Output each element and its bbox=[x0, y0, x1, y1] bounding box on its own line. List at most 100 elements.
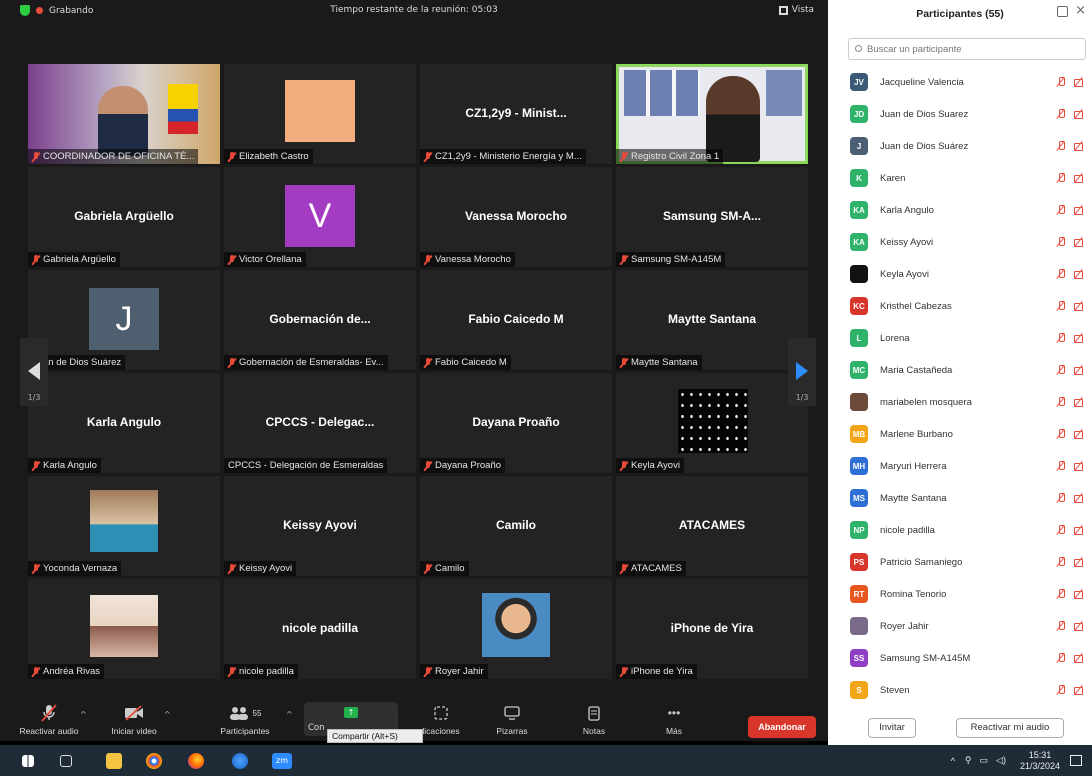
video-tile[interactable]: Keissy Ayovi Keissy Ayovi bbox=[224, 476, 416, 576]
video-tile[interactable]: CZ1,2y9 - Minist... CZ1,2y9 - Ministerio … bbox=[420, 64, 612, 164]
tray-chevron-icon[interactable]: ^ bbox=[951, 756, 955, 766]
notifications-icon[interactable] bbox=[1070, 755, 1082, 766]
video-tile[interactable]: Vanessa Morocho Vanessa Morocho bbox=[420, 167, 612, 267]
video-tile[interactable]: Gabriela Argüello Gabriela Argüello bbox=[28, 167, 220, 267]
participant-name: Keyla Ayovi bbox=[631, 460, 680, 471]
mic-muted-icon bbox=[424, 460, 432, 471]
participant-list-item[interactable]: JD Juan de Dios Suarez bbox=[848, 98, 1092, 130]
video-tile[interactable]: iPhone de Yira iPhone de Yira bbox=[616, 579, 808, 679]
close-icon[interactable]: × bbox=[1075, 3, 1086, 18]
start-video-button[interactable]: Iniciar video bbox=[102, 704, 166, 736]
participant-list-item[interactable]: SS Samsung SM-A145M bbox=[848, 642, 1092, 674]
participant-list-item[interactable]: RT Romina Tenorio bbox=[848, 578, 1092, 610]
participants-button[interactable]: 55 Participantes bbox=[212, 704, 278, 736]
file-explorer-icon[interactable] bbox=[106, 753, 122, 769]
firefox-icon[interactable] bbox=[188, 753, 204, 769]
video-tile[interactable]: Samsung SM-A... Samsung SM-A145M bbox=[616, 167, 808, 267]
participant-display-name: Maytte Santana bbox=[667, 312, 757, 326]
video-tile[interactable]: Gobernación de... Gobernación de Esmerald… bbox=[224, 270, 416, 370]
video-tile[interactable]: Keyla Ayovi bbox=[616, 373, 808, 473]
participant-avatar bbox=[850, 617, 868, 635]
edge-icon[interactable] bbox=[232, 753, 248, 769]
usb-icon[interactable]: ⚲ bbox=[965, 755, 972, 766]
video-tile[interactable]: Maytte Santana Maytte Santana bbox=[616, 270, 808, 370]
invite-button[interactable]: Invitar bbox=[868, 718, 916, 738]
leave-button[interactable]: Abandonar bbox=[748, 716, 816, 738]
participants-options-caret[interactable]: ^ bbox=[286, 710, 293, 719]
camera-off-icon bbox=[1074, 333, 1084, 343]
participant-list-item[interactable]: J Juan de Dios Suárez bbox=[848, 130, 1092, 162]
mic-muted-icon bbox=[228, 666, 236, 677]
video-tile[interactable]: V Victor Orellana bbox=[224, 167, 416, 267]
network-icon[interactable]: ▭ bbox=[980, 755, 989, 766]
video-tile[interactable]: Karla Angulo Karla Angulo bbox=[28, 373, 220, 473]
participant-display-name: Keissy Ayovi bbox=[283, 518, 357, 532]
next-page-button[interactable]: 1/3 bbox=[788, 338, 816, 406]
volume-icon[interactable]: ◁) bbox=[996, 755, 1006, 766]
participant-status-icons bbox=[1056, 557, 1084, 567]
participant-list-item[interactable]: MH Maryuri Herrera bbox=[848, 450, 1092, 482]
video-tile[interactable]: Royer Jahir bbox=[420, 579, 612, 679]
participant-list-item[interactable]: MC Maria Castañeda bbox=[848, 354, 1092, 386]
participant-list-item[interactable]: KA Karla Angulo bbox=[848, 194, 1092, 226]
video-tile[interactable]: Dayana Proaño Dayana Proaño bbox=[420, 373, 612, 473]
chrome-icon[interactable] bbox=[146, 753, 162, 769]
task-view-icon[interactable] bbox=[60, 755, 72, 767]
participant-list-item[interactable]: KC Kristhel Cabezas bbox=[848, 290, 1092, 322]
participant-status-icons bbox=[1056, 589, 1084, 599]
participant-avatar: MH bbox=[850, 457, 868, 475]
video-tile[interactable]: Camilo Camilo bbox=[420, 476, 612, 576]
prev-page-button[interactable]: 1/3 bbox=[20, 338, 48, 406]
participant-list-item[interactable]: MS Maytte Santana bbox=[848, 482, 1092, 514]
video-tile[interactable]: nicole padilla nicole padilla bbox=[224, 579, 416, 679]
unmute-me-button[interactable]: Reactivar mi audio bbox=[956, 718, 1064, 738]
unmute-button[interactable]: Reactivar audio bbox=[14, 704, 84, 736]
participant-list-item[interactable]: JV Jacqueline Valencia bbox=[848, 66, 1092, 98]
participant-search-input[interactable] bbox=[848, 38, 1086, 60]
participant-name-label: Royer Jahir bbox=[420, 664, 488, 679]
video-tile[interactable]: Andréa Rivas bbox=[28, 579, 220, 679]
video-tile[interactable]: Yoconda Vernaza bbox=[28, 476, 220, 576]
participant-list-item[interactable]: NP nicole padilla bbox=[848, 514, 1092, 546]
video-tile[interactable]: ATACAMES ATACAMES bbox=[616, 476, 808, 576]
participant-list-item[interactable]: KA Keissy Ayovi bbox=[848, 226, 1092, 258]
whiteboards-button[interactable]: Pizarras bbox=[488, 704, 536, 736]
participant-list-item[interactable]: PS Patricio Samaniego bbox=[848, 546, 1092, 578]
participant-list-item[interactable]: mariabelen mosquera bbox=[848, 386, 1092, 418]
audio-options-caret[interactable]: ^ bbox=[80, 710, 87, 719]
video-tile[interactable]: Elizabeth Castro bbox=[224, 64, 416, 164]
mic-muted-icon bbox=[1056, 653, 1066, 663]
camera-off-icon bbox=[1074, 685, 1084, 695]
participant-name: Marlene Burbano bbox=[880, 428, 953, 440]
view-button[interactable]: Vista bbox=[778, 5, 814, 15]
participant-name-label: Elizabeth Castro bbox=[224, 149, 313, 164]
participant-name: Maria Castañeda bbox=[880, 364, 953, 376]
more-button[interactable]: ••• Más bbox=[654, 704, 694, 736]
video-tile[interactable]: CPCCS - Delegac... CPCCS - Delegación de … bbox=[224, 373, 416, 473]
video-tile[interactable]: Jan de Dios Suárez bbox=[28, 270, 220, 370]
zoom-app-icon[interactable]: zm bbox=[272, 753, 292, 769]
participant-status-icons bbox=[1056, 621, 1084, 631]
mic-muted-icon bbox=[228, 151, 236, 162]
participant-list-item[interactable]: L Lorena bbox=[848, 322, 1092, 354]
taskbar-clock[interactable]: 15:31 21/3/2024 bbox=[1020, 750, 1060, 772]
mic-muted-icon bbox=[14, 704, 84, 722]
participant-list-item[interactable]: S Steven bbox=[848, 674, 1092, 706]
windows-taskbar: zm ^ ⚲ ▭ ◁) 15:31 21/3/2024 bbox=[0, 745, 1092, 776]
windows-start-icon[interactable] bbox=[22, 755, 34, 767]
participant-avatar bbox=[285, 80, 355, 142]
video-tile[interactable]: Registro Civil Zona 1 bbox=[616, 64, 808, 164]
notes-button[interactable]: Notas bbox=[574, 704, 614, 736]
participant-list-item[interactable]: MB Marlene Burbano bbox=[848, 418, 1092, 450]
participant-name: nicole padilla bbox=[880, 524, 935, 536]
camera-off-icon bbox=[1074, 557, 1084, 567]
participant-avatar bbox=[678, 389, 748, 453]
participant-display-name: Camilo bbox=[495, 518, 536, 532]
participant-list-item[interactable]: Royer Jahir bbox=[848, 610, 1092, 642]
video-tile[interactable]: Fabio Caicedo M Fabio Caicedo M bbox=[420, 270, 612, 370]
participant-list-item[interactable]: Keyla Ayovi bbox=[848, 258, 1092, 290]
popout-icon[interactable] bbox=[1057, 6, 1068, 17]
participant-list-item[interactable]: K Karen bbox=[848, 162, 1092, 194]
video-options-caret[interactable]: ^ bbox=[164, 710, 171, 719]
video-tile[interactable]: COORDINADOR DE OFICINA TÉ... bbox=[28, 64, 220, 164]
